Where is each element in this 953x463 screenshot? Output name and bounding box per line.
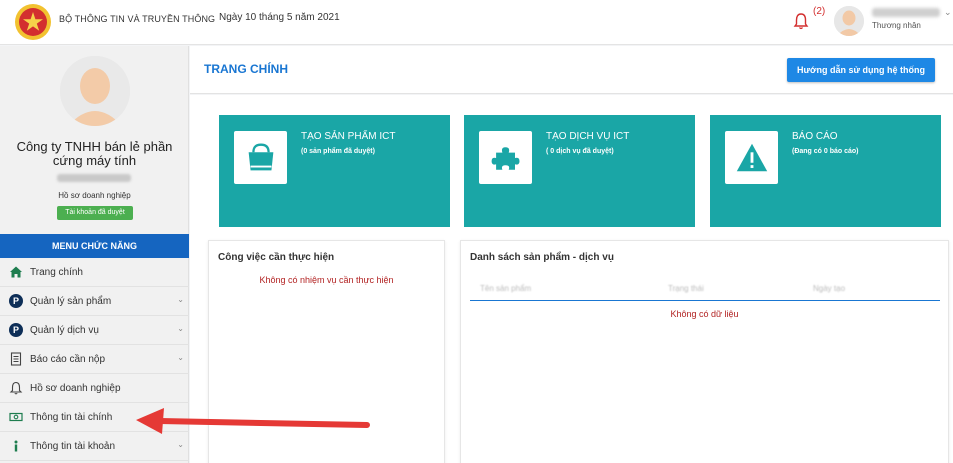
column-header: Trạng thái (668, 284, 704, 293)
main-content: TRANG CHÍNH Hướng dẫn sử dụng hệ thống T… (190, 46, 953, 463)
sidebar-item-home[interactable]: Trang chính (0, 258, 189, 287)
status-badge: Tài khoản đã duyệt (57, 206, 133, 220)
shopping-bag-icon (234, 131, 287, 184)
chevron-down-icon: ⌄ (177, 295, 184, 304)
warning-icon (725, 131, 778, 184)
sidebar-item-account-info[interactable]: Thông tin tài khoản ⌄ (0, 432, 189, 461)
info-icon (9, 439, 23, 453)
tasks-panel: Công việc cần thực hiện Không có nhiệm v… (208, 240, 445, 463)
sidebar-item-label: Quản lý dịch vụ (30, 324, 99, 336)
reports-tile[interactable]: BÁO CÁO (Đang có 0 báo cáo) (710, 115, 941, 227)
create-product-tile[interactable]: TẠO SẢN PHẨM ICT (0 sản phẩm đã duyệt) (219, 115, 450, 227)
tile-title: TẠO DỊCH VỤ ICT (546, 131, 630, 142)
empty-message: Không có dữ liệu (670, 309, 739, 319)
chevron-down-icon[interactable]: ⌄ (944, 7, 952, 18)
tile-subtitle: (Đang có 0 báo cáo) (792, 148, 859, 155)
table-header: Tên sản phẩm Trạng thái Ngày tạo (470, 279, 940, 301)
avatar[interactable] (834, 6, 864, 36)
home-icon (9, 265, 23, 279)
sidebar-item-label: Thông tin tài chính (30, 411, 113, 423)
p-circle-icon: P (9, 323, 23, 337)
company-name: Công ty TNHH bán lẻ phần cứng máy tính (16, 139, 173, 168)
panel-title: Danh sách sản phẩm - dịch vụ (470, 252, 614, 263)
user-name-redacted[interactable] (872, 8, 940, 17)
emblem-icon (15, 4, 51, 40)
sidebar-item-reports[interactable]: Báo cáo cần nộp ⌄ (0, 345, 189, 374)
chevron-down-icon: ⌄ (177, 440, 184, 449)
tile-title: TẠO SẢN PHẨM ICT (301, 131, 396, 142)
products-services-panel: Danh sách sản phẩm - dịch vụ Tên sản phẩ… (460, 240, 949, 463)
business-profile-label: Hồ sơ doanh nghiệp (58, 191, 131, 200)
create-service-tile[interactable]: TẠO DỊCH VỤ ICT ( 0 dịch vụ đã duyệt) (464, 115, 695, 227)
sidebar-item-label: Báo cáo cần nộp (30, 353, 106, 365)
sidebar-item-financial-info[interactable]: Thông tin tài chính (0, 403, 189, 432)
menu-header: MENU CHỨC NĂNG (0, 234, 189, 258)
sidebar-item-business-profile[interactable]: Hồ sơ doanh nghiệp (0, 374, 189, 403)
document-icon (9, 352, 23, 366)
sidebar: Công ty TNHH bán lẻ phần cứng máy tính H… (0, 46, 189, 463)
money-icon (9, 410, 23, 424)
notification-count[interactable]: (2) (813, 6, 825, 17)
empty-message: Không có nhiệm vụ cần thực hiện (259, 275, 394, 285)
top-header: BỘ THÔNG TIN VÀ TRUYỀN THÔNG Ngày 10 thá… (0, 0, 953, 45)
tile-subtitle: ( 0 dịch vụ đã duyệt) (546, 148, 614, 155)
panel-title: Công việc cần thực hiện (218, 252, 335, 263)
sidebar-item-services[interactable]: P Quản lý dịch vụ ⌄ (0, 316, 189, 345)
user-guide-button[interactable]: Hướng dẫn sử dụng hệ thống (787, 58, 935, 82)
puzzle-icon (479, 131, 532, 184)
tile-title: BÁO CÁO (792, 131, 838, 142)
company-avatar (60, 56, 130, 126)
column-header: Ngày tạo (813, 284, 846, 293)
sidebar-item-products[interactable]: P Quản lý sản phẩm ⌄ (0, 287, 189, 316)
sidebar-item-label: Quản lý sản phẩm (30, 295, 112, 307)
bell-icon[interactable] (793, 12, 809, 30)
chevron-down-icon: ⌄ (177, 353, 184, 362)
org-name: BỘ THÔNG TIN VÀ TRUYỀN THÔNG (59, 14, 216, 24)
p-circle-icon: P (9, 294, 23, 308)
sidebar-menu: Trang chính P Quản lý sản phẩm ⌄ P Quản … (0, 258, 189, 461)
column-header: Tên sản phẩm (480, 284, 532, 293)
user-role: Thương nhân (872, 21, 921, 30)
sidebar-item-label: Hồ sơ doanh nghiệp (30, 382, 121, 394)
tile-subtitle: (0 sản phẩm đã duyệt) (301, 148, 375, 155)
sidebar-item-label: Trang chính (30, 266, 83, 278)
sidebar-item-label: Thông tin tài khoản (30, 440, 116, 452)
tax-code-redacted (57, 174, 131, 182)
page-title-bar: TRANG CHÍNH Hướng dẫn sử dụng hệ thống (190, 46, 953, 94)
page-title: TRANG CHÍNH (204, 62, 288, 76)
chevron-down-icon: ⌄ (177, 324, 184, 333)
current-date: Ngày 10 tháng 5 năm 2021 (219, 12, 340, 23)
bell-icon (9, 381, 23, 395)
